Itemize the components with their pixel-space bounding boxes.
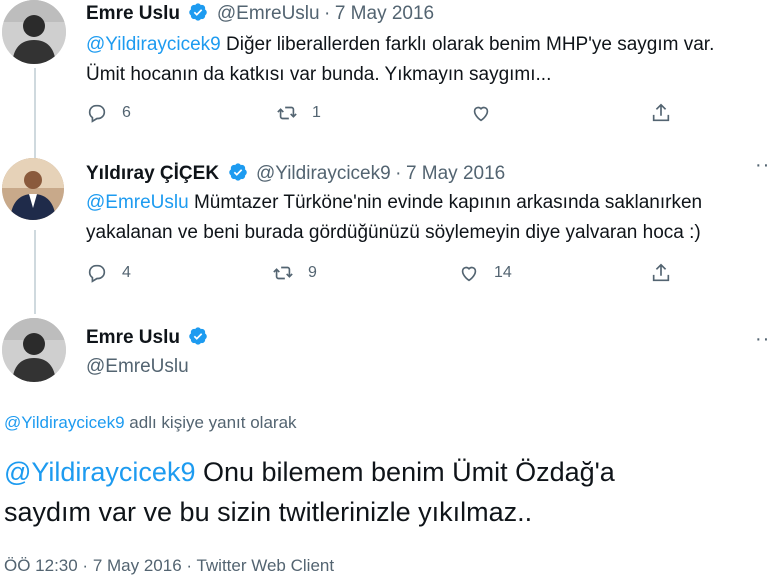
retweet-button[interactable]: 1 [276, 102, 321, 124]
verified-badge-icon [189, 3, 208, 21]
like-button[interactable]: 14 [458, 262, 512, 284]
tweet-text: @Yildiraycicek9 Diğer liberallerden fark… [86, 34, 715, 85]
separator: · [395, 163, 402, 184]
share-icon [652, 263, 670, 282]
author-name[interactable]: Yıldıray ÇİÇEK [86, 163, 219, 184]
like-button[interactable] [470, 102, 492, 124]
tweet-text: @Yildiraycicek9 Onu bilemem benim Ümit Ö… [4, 457, 615, 527]
avatar[interactable] [2, 0, 66, 64]
reply-count: 4 [122, 264, 131, 281]
author-name[interactable]: Emre Uslu [86, 3, 180, 24]
retweet-icon [277, 106, 297, 120]
mention-link[interactable]: @Yildiraycicek9 [86, 34, 221, 55]
author-handle[interactable]: @EmreUslu [86, 356, 189, 378]
share-icon [652, 103, 670, 122]
reply-context: @Yildiraycicek9 adlı kişiye yanıt olarak [4, 413, 297, 432]
verified-badge-icon [189, 327, 208, 345]
retweet-count: 1 [312, 104, 321, 121]
like-icon [461, 266, 477, 282]
verified-badge-icon [228, 163, 247, 181]
tweet-date[interactable]: 7 May 2016 [335, 3, 434, 24]
tweet-footer[interactable]: ÖÖ 12:30 · 7 May 2016 · Twitter Web Clie… [4, 556, 334, 576]
retweet-button[interactable]: 9 [272, 262, 317, 284]
author-name[interactable]: Emre Uslu [86, 327, 180, 348]
thread-line [34, 68, 36, 158]
reply-icon [88, 104, 106, 123]
retweet-icon [273, 266, 293, 280]
share-button[interactable] [650, 102, 672, 124]
reply-count: 6 [122, 104, 131, 121]
retweet-count: 9 [308, 264, 317, 281]
more-icon[interactable]: ·· [755, 328, 770, 351]
avatar[interactable] [2, 318, 66, 382]
like-count: 14 [494, 264, 512, 281]
tweet-text: @EmreUslu Mümtazer Türköne'nin evinde ka… [86, 192, 703, 243]
reply-button[interactable]: 4 [86, 262, 131, 284]
avatar[interactable] [2, 158, 64, 220]
mention-link[interactable]: @EmreUslu [86, 192, 189, 213]
thread-line [34, 230, 36, 314]
mention-link[interactable]: @Yildiraycicek9 [4, 457, 195, 487]
separator: · [324, 3, 331, 24]
author-handle[interactable]: @Yildiraycicek9 [256, 163, 391, 184]
like-icon [473, 106, 489, 122]
author-handle[interactable]: @EmreUslu [217, 3, 320, 24]
share-button[interactable] [650, 262, 672, 284]
tweet-date[interactable]: 7 May 2016 [406, 163, 505, 184]
reply-icon [88, 264, 106, 283]
more-icon[interactable]: ·· [755, 154, 770, 177]
reply-button[interactable]: 6 [86, 102, 131, 124]
mention-link[interactable]: @Yildiraycicek9 [4, 413, 125, 432]
